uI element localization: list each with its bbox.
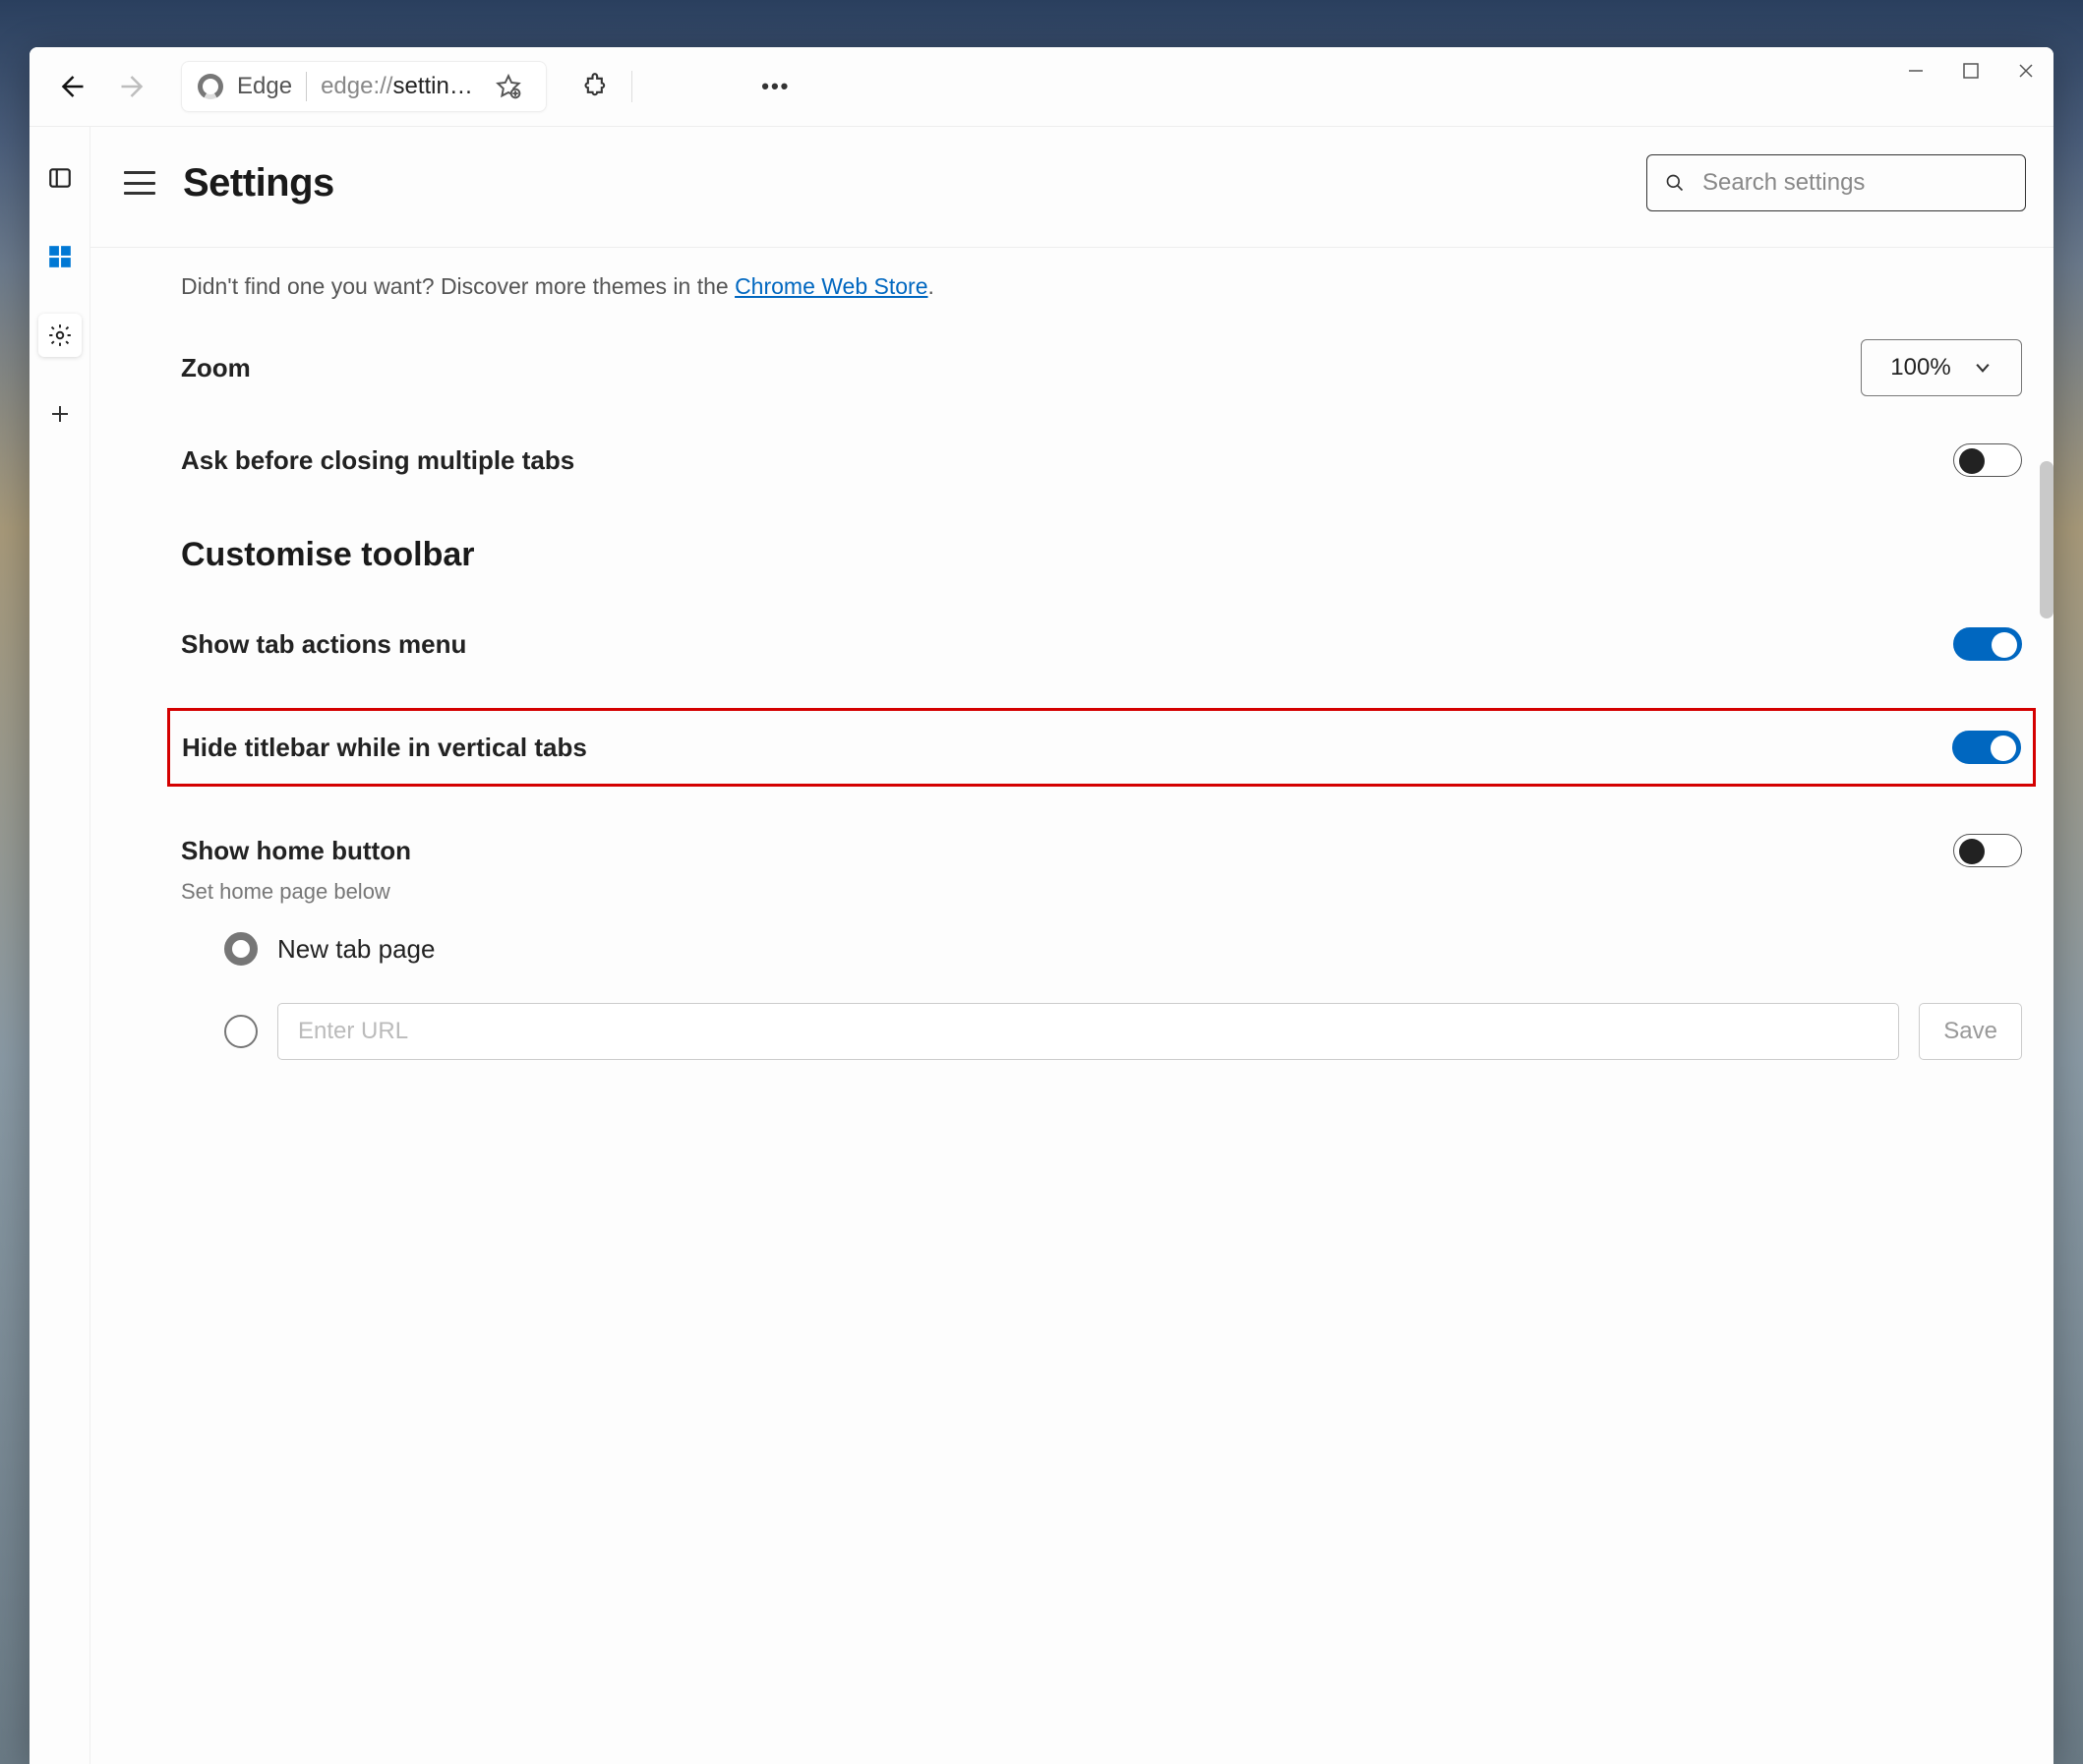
search-input[interactable]: [1702, 169, 2007, 197]
active-tab[interactable]: Edge edge://settin…: [181, 61, 547, 112]
nav-arrows: [51, 67, 153, 106]
home-newtab-radio[interactable]: [224, 932, 258, 966]
home-newtab-label: New tab page: [277, 934, 435, 965]
content-header: Settings: [90, 127, 2053, 248]
overflow-menu[interactable]: •••: [754, 74, 798, 99]
window-body: Settings Didn't find one you want? Disco…: [30, 126, 2053, 1764]
minimize-button[interactable]: [1888, 47, 1943, 94]
theme-note: Didn't find one you want? Discover more …: [181, 273, 2022, 300]
tab-divider: [306, 72, 307, 101]
save-button[interactable]: Save: [1919, 1003, 2022, 1060]
maximize-button[interactable]: [1943, 47, 1998, 94]
tab-url: edge://settin…: [321, 73, 473, 100]
show-home-sublabel: Set home page below: [181, 879, 2022, 905]
titlebar: Edge edge://settin… •••: [30, 47, 2053, 126]
settings-tab-icon[interactable]: [38, 314, 82, 357]
extensions-icon[interactable]: [574, 65, 618, 108]
home-url-option: Save: [224, 1003, 2022, 1060]
zoom-dropdown[interactable]: 100%: [1861, 339, 2022, 396]
new-tab-button[interactable]: [38, 392, 82, 436]
ask-close-row: Ask before closing multiple tabs: [181, 443, 2022, 477]
window-controls: [1888, 47, 2053, 94]
hide-titlebar-label: Hide titlebar while in vertical tabs: [182, 733, 587, 763]
home-newtab-option: New tab page: [224, 932, 2022, 966]
tab-actions-icon[interactable]: [38, 156, 82, 200]
toolbar-divider: [631, 71, 632, 102]
close-button[interactable]: [1998, 47, 2053, 94]
scrollbar-thumb[interactable]: [2040, 461, 2053, 618]
edge-icon: [198, 74, 223, 99]
windows-logo-icon[interactable]: [38, 235, 82, 278]
show-home-toggle[interactable]: [1953, 834, 2022, 867]
settings-content: Settings Didn't find one you want? Disco…: [90, 127, 2053, 1764]
favorite-icon[interactable]: [487, 65, 530, 108]
menu-icon[interactable]: [124, 171, 155, 195]
ask-close-label: Ask before closing multiple tabs: [181, 445, 574, 476]
home-url-input[interactable]: [277, 1003, 1899, 1060]
settings-search[interactable]: [1646, 154, 2026, 211]
page-title: Settings: [183, 161, 334, 206]
show-home-label: Show home button: [181, 836, 411, 866]
zoom-label: Zoom: [181, 353, 251, 383]
show-home-row: Show home button: [181, 834, 2022, 867]
show-tab-actions-toggle[interactable]: [1953, 627, 2022, 661]
settings-scroll[interactable]: Didn't find one you want? Discover more …: [90, 248, 2053, 1764]
vertical-tab-strip: [30, 127, 90, 1764]
zoom-row: Zoom 100%: [181, 339, 2022, 396]
search-icon: [1665, 171, 1685, 195]
zoom-value: 100%: [1890, 354, 1950, 382]
home-url-radio[interactable]: [224, 1015, 258, 1048]
chrome-web-store-link[interactable]: Chrome Web Store: [735, 273, 927, 299]
hide-titlebar-toggle[interactable]: [1952, 731, 2021, 764]
show-tab-actions-label: Show tab actions menu: [181, 629, 466, 660]
tab-app-name: Edge: [237, 73, 292, 100]
chevron-down-icon: [1973, 358, 1993, 378]
browser-window: Edge edge://settin… •••: [30, 47, 2053, 1764]
toolbar-section-title: Customise toolbar: [181, 536, 2022, 574]
back-button[interactable]: [51, 67, 90, 106]
show-tab-actions-row: Show tab actions menu: [181, 627, 2022, 661]
ask-close-toggle[interactable]: [1953, 443, 2022, 477]
hide-titlebar-row: Hide titlebar while in vertical tabs: [167, 708, 2036, 787]
forward-button[interactable]: [114, 67, 153, 106]
